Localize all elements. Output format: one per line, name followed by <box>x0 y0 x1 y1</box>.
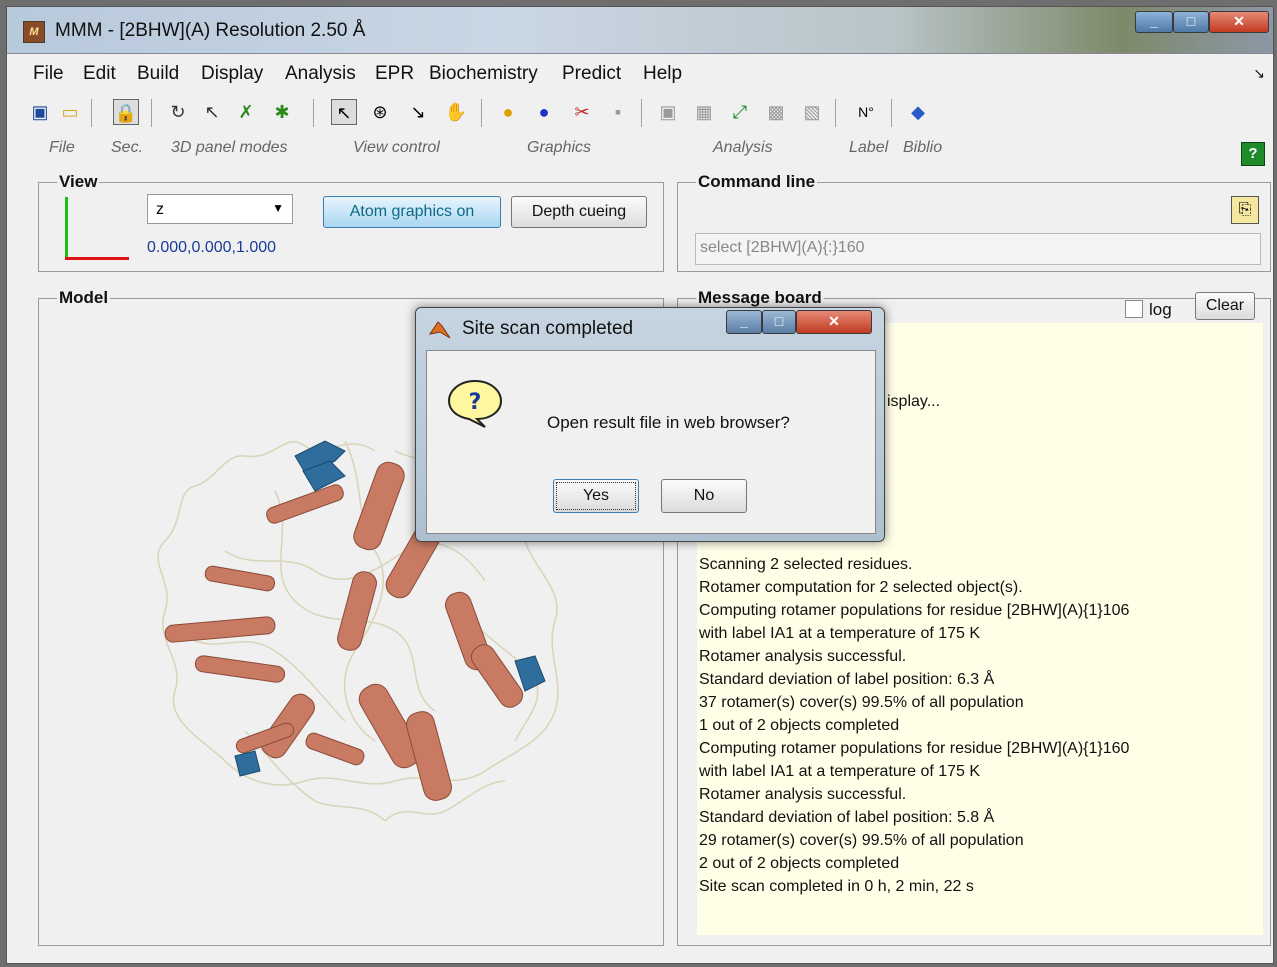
toolbar: ▣ ▭ 🔒 ↻ ↖ ✗ ✱ ↖ ⊛ ↘ ✋ ● ● ✂ ▪ ▣ ▦ ⤢ ▩ ▧ … <box>7 91 1273 135</box>
message-partial-line: isplay... <box>887 393 941 410</box>
message-line: with label IA1 at a temperature of 175 K <box>699 763 981 780</box>
toolbar-group-labels: File Sec. 3D panel modes View control Gr… <box>7 137 1273 163</box>
domain-icon[interactable]: ▩ <box>763 99 789 125</box>
group-label-sec: Sec. <box>111 139 144 156</box>
log-checkbox[interactable] <box>1125 300 1143 318</box>
stick-icon[interactable]: ✗ <box>233 99 259 125</box>
menu-display[interactable]: Display <box>201 63 263 85</box>
menu-bar: File Edit Build Display Analysis EPR Bio… <box>7 55 1273 89</box>
y-axis-indicator <box>65 197 68 259</box>
message-line: Scanning 2 selected residues. <box>699 556 913 573</box>
message-line: Rotamer analysis successful. <box>699 786 907 803</box>
group-label-graphics: Graphics <box>527 139 592 156</box>
rotate-icon[interactable]: ⊛ <box>367 99 393 125</box>
open-folder-icon[interactable]: ▭ <box>57 99 83 125</box>
view-coordinates: 0.000,0.000,1.000 <box>147 239 277 256</box>
menu-dock-icon[interactable]: ↘ <box>1253 65 1265 82</box>
close-button[interactable]: ✕ <box>1209 11 1269 33</box>
app-icon: M <box>23 21 45 43</box>
yes-button[interactable]: Yes <box>553 479 639 513</box>
message-line: Standard deviation of label position: 6.… <box>699 671 995 688</box>
pan-hand-icon[interactable]: ✋ <box>443 99 469 125</box>
question-icon: ? <box>447 379 503 428</box>
no-button[interactable]: No <box>661 479 747 513</box>
message-line: Standard deviation of label position: 5.… <box>699 809 995 826</box>
group-label-biblio: Biblio <box>903 139 943 156</box>
group-label-view-control: View control <box>353 139 440 156</box>
group-label-label: Label <box>849 139 889 156</box>
message-line: Site scan completed in 0 h, 2 min, 22 s <box>699 878 974 895</box>
distance-icon[interactable]: ⤢ <box>727 99 753 125</box>
surface-icon[interactable]: ● <box>531 99 557 125</box>
zoom-arrow-icon[interactable]: ↘ <box>405 99 431 125</box>
copy-icon[interactable]: ⎘ <box>1231 196 1259 224</box>
secondary-structure-icon[interactable]: ↻ <box>165 99 191 125</box>
depth-cueing-button[interactable]: Depth cueing <box>511 196 647 228</box>
menu-biochemistry[interactable]: Biochemistry <box>429 63 538 85</box>
dialog-minimize-button[interactable]: _ <box>726 310 762 334</box>
message-line: 2 out of 2 objects completed <box>699 855 900 872</box>
color-scheme-icon[interactable]: ● <box>495 99 521 125</box>
title-bar[interactable]: M MMM - [2BHW](A) Resolution 2.50 Å _ □ … <box>7 7 1273 54</box>
maximize-button[interactable]: □ <box>1173 11 1209 33</box>
message-line: with label IA1 at a temperature of 175 K <box>699 625 981 642</box>
view-axis-select[interactable]: z ▼ <box>147 194 293 224</box>
chevron-down-icon: ▼ <box>272 201 284 215</box>
command-input[interactable]: select [2BHW](A){:}160 <box>695 233 1261 265</box>
dialog-message: Open result file in web browser? <box>547 413 790 432</box>
dialog-title: Site scan completed <box>462 318 634 339</box>
save-icon[interactable]: ▣ <box>27 99 53 125</box>
menu-edit[interactable]: Edit <box>83 63 116 85</box>
help-icon[interactable]: ? <box>1241 142 1265 166</box>
clear-button[interactable]: Clear <box>1195 292 1255 320</box>
x-axis-indicator <box>65 257 129 260</box>
message-line: Rotamer analysis successful. <box>699 648 907 665</box>
message-lines: Scanning 2 selected residues. Rotamer co… <box>699 553 1129 898</box>
dialog-maximize-button[interactable]: □ <box>762 310 796 334</box>
menu-predict[interactable]: Predict <box>562 63 621 85</box>
menu-epr[interactable]: EPR <box>375 63 414 85</box>
info-icon[interactable]: ▣ <box>655 99 681 125</box>
menu-help[interactable]: Help <box>643 63 682 85</box>
group-label-3d-panel: 3D panel modes <box>171 139 288 156</box>
view-legend: View <box>59 172 98 191</box>
select-pointer-icon[interactable]: ↖ <box>331 99 357 125</box>
message-line: 37 rotamer(s) cover(s) 99.5% of all popu… <box>699 694 1024 711</box>
wire-icon[interactable]: ↖ <box>199 99 225 125</box>
message-line: Computing rotamer populations for residu… <box>699 602 1130 619</box>
minimize-button[interactable]: _ <box>1135 11 1173 33</box>
group-label-file: File <box>49 139 75 156</box>
message-board-legend: Message board <box>698 288 822 307</box>
lock-icon[interactable]: 🔒 <box>113 99 139 125</box>
message-line: 1 out of 2 objects completed <box>699 717 900 734</box>
menu-build[interactable]: Build <box>137 63 179 85</box>
model-legend: Model <box>59 288 109 307</box>
dialog-close-button[interactable]: ✕ <box>796 310 872 334</box>
log-label: log <box>1149 300 1172 320</box>
ball-stick-icon[interactable]: ✱ <box>269 99 295 125</box>
command-line-legend: Command line <box>698 172 816 191</box>
window-title: MMM - [2BHW](A) Resolution 2.50 Å <box>55 20 366 41</box>
menu-file[interactable]: File <box>33 63 64 85</box>
plot-icon[interactable]: ▧ <box>799 99 825 125</box>
site-scan-dialog: Site scan completed _ □ ✕ ? Open result … <box>415 307 885 542</box>
network-icon[interactable]: ▦ <box>691 99 717 125</box>
matlab-icon <box>428 321 451 339</box>
view-axis-value: z <box>156 201 164 218</box>
dialog-body: ? Open result file in web browser? Yes N… <box>426 350 876 534</box>
spin-label-icon[interactable]: N° <box>853 99 879 125</box>
bibliography-icon[interactable]: ◆ <box>905 99 931 125</box>
menu-analysis[interactable]: Analysis <box>285 63 356 85</box>
camera-icon[interactable]: ▪ <box>605 99 631 125</box>
message-line: 29 rotamer(s) cover(s) 99.5% of all popu… <box>699 832 1024 849</box>
group-label-analysis: Analysis <box>713 139 773 156</box>
svg-text:?: ? <box>469 390 482 415</box>
atom-graphics-button[interactable]: Atom graphics on <box>323 196 501 228</box>
message-line: Rotamer computation for 2 selected objec… <box>699 579 1023 596</box>
message-line: Computing rotamer populations for residu… <box>699 740 1130 757</box>
label-graphics-icon[interactable]: ✂ <box>569 99 595 125</box>
